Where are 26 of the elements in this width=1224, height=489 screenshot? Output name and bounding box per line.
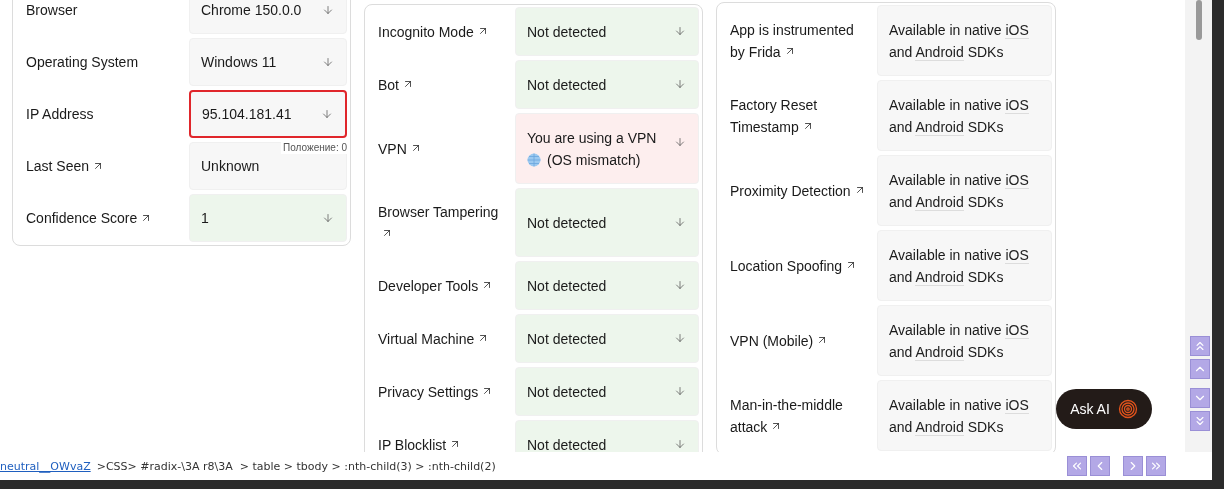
field-value: Unknown [201,157,260,176]
field-value: Windows 11 [201,53,277,72]
css-selector-path: >CSS> #radix-\3A r8\3A > table > tbody > :nth-child(3) > :nth-child(2) [96,459,496,473]
status-text: Not detected [527,435,607,452]
field-value: 1 [201,209,209,228]
availability-text: Available in native iOS and Android SDKs [889,395,1030,438]
field-label: Last Seen [26,157,90,176]
status-text: You are using a VPN (OS mismatch) [527,128,657,170]
status-text: Not detected [527,213,607,233]
position-tooltip: Положение: 0 [281,142,349,154]
field-label: IP Address [26,105,94,124]
availability-text: Available in native iOS and Android SDKs [889,20,1030,63]
status-text: Not detected [527,22,607,42]
field-label: Operating System [26,53,139,72]
status-text: Not detected [527,276,607,296]
availability-text: Available in native iOS and Android SDKs [889,170,1030,213]
field-label: Browser [26,1,78,20]
availability-text: Available in native iOS and Android SDKs [889,245,1030,288]
availability-text: Available in native iOS and Android SDKs [889,320,1030,363]
availability-text: Available in native iOS and Android SDKs [889,95,1030,138]
field-value: 95.104.181.41 [202,105,292,124]
status-text: Not detected [527,329,607,349]
field-value: Chrome 150.0.0 [201,1,302,20]
status-text: Not detected [527,382,607,402]
status-text: Not detected [527,75,607,95]
field-label: Confidence Score [26,209,138,228]
